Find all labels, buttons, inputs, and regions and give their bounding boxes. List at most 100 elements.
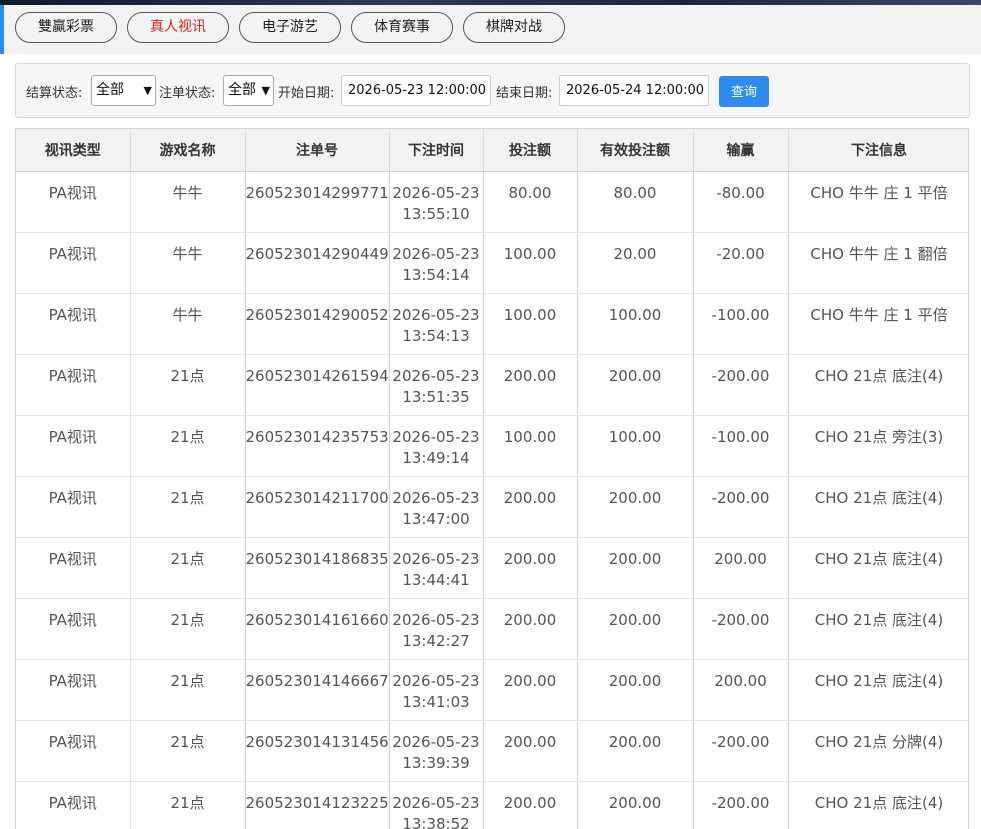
cell-info: CHO 21点 分牌(4) — [788, 720, 968, 782]
cell-game: 21点 — [130, 415, 246, 477]
table-row: PA视讯 21点 260523014131456 2026-05-23 13:39:39… — [16, 720, 968, 782]
cell-date: 2026-05-23 — [392, 732, 480, 751]
column-header: 游戏名称 — [130, 129, 246, 172]
tab-card-games[interactable]: 棋牌对战 — [463, 12, 565, 43]
cell-result: -200.00 — [693, 476, 789, 538]
table-row: PA视讯 牛牛 260523014290052 2026-05-23 13:54:13 1… — [16, 293, 968, 355]
cell-id: 260523014211700 — [245, 476, 390, 538]
cell-bet-time: 2026-05-23 13:54:14 — [389, 232, 484, 294]
cell-type: PA视讯 — [16, 598, 131, 660]
cell-valid: 80.00 — [577, 171, 694, 233]
cell-game: 21点 — [130, 781, 246, 829]
cell-info: CHO 21点 底注(4) — [788, 659, 968, 721]
chevron-down-icon: ▼ — [143, 84, 152, 97]
cell-id: 260523014131456 — [245, 720, 390, 782]
settle-status-select[interactable]: 全部 ▼ — [91, 75, 156, 106]
filter-bar: 结算状态: 全部 ▼ 注单状态: 全部 ▼ 开始日期: 2026-05-23 1… — [15, 63, 970, 118]
tab-electronic-games[interactable]: 电子游艺 — [239, 12, 341, 43]
cell-id: 260523014299771 — [245, 171, 390, 233]
tab-live-video[interactable]: 真人视讯 — [127, 12, 229, 43]
table-row: PA视讯 21点 260523014211700 2026-05-23 13:47:00… — [16, 476, 968, 538]
cell-valid: 200.00 — [577, 659, 694, 721]
cell-bet-time: 2026-05-23 13:54:13 — [389, 293, 484, 355]
cell-type: PA视讯 — [16, 415, 131, 477]
cell-time: 13:47:00 — [402, 509, 470, 528]
tab-sports[interactable]: 体育赛事 — [351, 12, 453, 43]
cell-time: 13:51:35 — [402, 387, 470, 406]
cell-result: 200.00 — [693, 659, 789, 721]
cell-info: CHO 牛牛 庄 1 平倍 — [788, 293, 968, 355]
cell-game: 牛牛 — [130, 171, 246, 233]
cell-bet: 100.00 — [483, 293, 578, 355]
cell-type: PA视讯 — [16, 537, 131, 599]
cell-date: 2026-05-23 — [392, 427, 480, 446]
cell-type: PA视讯 — [16, 171, 131, 233]
cell-bet-time: 2026-05-23 13:38:52 — [389, 781, 484, 829]
cell-bet-time: 2026-05-23 13:51:35 — [389, 354, 484, 416]
table-header-row: 视讯类型 游戏名称 注单号 下注时间 投注额 有效投注额 输赢 下注信息 — [16, 129, 968, 172]
column-header: 投注额 — [483, 129, 578, 172]
cell-date: 2026-05-23 — [392, 366, 480, 385]
cell-id: 260523014290052 — [245, 293, 390, 355]
cell-bet: 80.00 — [483, 171, 578, 233]
cell-info: CHO 21点 底注(4) — [788, 537, 968, 599]
table-row: PA视讯 21点 260523014161660 2026-05-23 13:42:27… — [16, 598, 968, 660]
cell-bet: 100.00 — [483, 232, 578, 294]
cell-date: 2026-05-23 — [392, 793, 480, 812]
start-date-label: 开始日期: — [278, 86, 335, 101]
cell-date: 2026-05-23 — [392, 183, 480, 202]
end-date-input[interactable]: 2026-05-24 12:00:00 — [559, 75, 709, 106]
cell-game: 牛牛 — [130, 232, 246, 294]
cell-game: 21点 — [130, 598, 246, 660]
cell-type: PA视讯 — [16, 232, 131, 294]
cell-valid: 200.00 — [577, 781, 694, 829]
start-date-input[interactable]: 2026-05-23 12:00:00 — [341, 75, 491, 106]
cell-date: 2026-05-23 — [392, 671, 480, 690]
cell-bet-time: 2026-05-23 13:41:03 — [389, 659, 484, 721]
cell-result: -100.00 — [693, 415, 789, 477]
cell-result: -200.00 — [693, 781, 789, 829]
order-status-select[interactable]: 全部 ▼ — [223, 75, 274, 106]
cell-type: PA视讯 — [16, 781, 131, 829]
cell-result: -100.00 — [693, 293, 789, 355]
cell-info: CHO 21点 底注(4) — [788, 781, 968, 829]
cell-info: CHO 21点 底注(4) — [788, 598, 968, 660]
cell-type: PA视讯 — [16, 354, 131, 416]
cell-bet: 200.00 — [483, 781, 578, 829]
cell-valid: 200.00 — [577, 476, 694, 538]
cell-bet: 100.00 — [483, 415, 578, 477]
cell-valid: 200.00 — [577, 537, 694, 599]
table-row: PA视讯 21点 260523014261594 2026-05-23 13:51:35… — [16, 354, 968, 416]
cell-game: 21点 — [130, 720, 246, 782]
cell-id: 260523014123225 — [245, 781, 390, 829]
table-row: PA视讯 牛牛 260523014299771 2026-05-23 13:55:10 8… — [16, 171, 968, 233]
category-tab-bar: 雙贏彩票 真人视讯 电子游艺 体育赛事 棋牌对战 — [0, 5, 981, 54]
cell-date: 2026-05-23 — [392, 244, 480, 263]
bet-records-table: 视讯类型 游戏名称 注单号 下注时间 投注额 有效投注额 输赢 下注信息 PA视… — [15, 128, 969, 829]
cell-id: 260523014290449 — [245, 232, 390, 294]
cell-bet: 200.00 — [483, 476, 578, 538]
cell-time: 13:55:10 — [402, 204, 470, 223]
cell-time: 13:49:14 — [402, 448, 470, 467]
tab-lottery[interactable]: 雙贏彩票 — [15, 12, 117, 43]
cell-time: 13:41:03 — [402, 692, 470, 711]
cell-date: 2026-05-23 — [392, 305, 480, 324]
cell-bet-time: 2026-05-23 13:39:39 — [389, 720, 484, 782]
cell-valid: 100.00 — [577, 293, 694, 355]
settle-status-value: 全部 — [96, 82, 124, 98]
settle-status-label: 结算状态: — [26, 86, 83, 101]
cell-game: 21点 — [130, 354, 246, 416]
cell-result: -200.00 — [693, 720, 789, 782]
end-date-label: 结束日期: — [496, 86, 553, 101]
table-row: PA视讯 21点 260523014235753 2026-05-23 13:49:14… — [16, 415, 968, 477]
query-button[interactable]: 查询 — [719, 76, 769, 107]
cell-game: 21点 — [130, 537, 246, 599]
cell-info: CHO 21点 底注(4) — [788, 476, 968, 538]
column-header: 有效投注额 — [577, 129, 694, 172]
cell-time: 13:54:13 — [402, 326, 470, 345]
order-status-label: 注单状态: — [159, 86, 216, 101]
cell-id: 260523014146667 — [245, 659, 390, 721]
column-header: 视讯类型 — [16, 129, 131, 172]
cell-valid: 200.00 — [577, 720, 694, 782]
cell-id: 260523014261594 — [245, 354, 390, 416]
